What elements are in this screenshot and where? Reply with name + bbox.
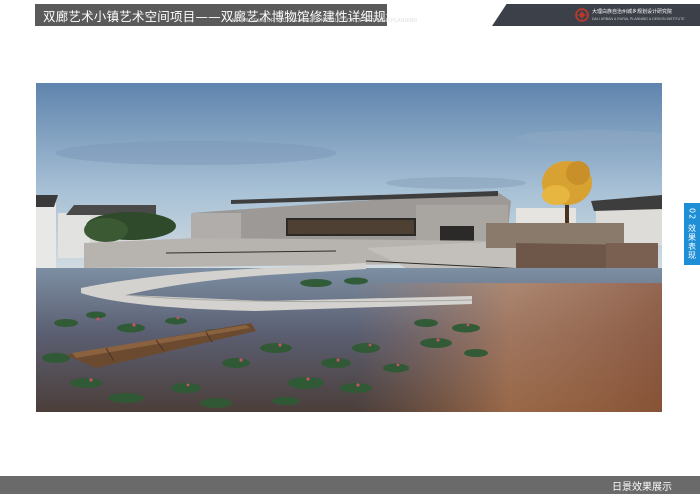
title-box: 双廊艺术小镇艺术空间项目——双廊艺术博物馆修建性详细规划 ART MUSEUM … [35,4,417,26]
section-tab[interactable]: 02 效果表现 [684,203,700,265]
page-subtitle-en: ART MUSEUM OF SHUANGLANG CONSTRUCTION OF… [231,18,418,24]
institute-name-en: DALI URBAN & RURAL PLANNING & DESIGN INS… [592,17,685,21]
header-band: 双廊艺术小镇艺术空间项目——双廊艺术博物馆修建性详细规划 ART MUSEUM … [0,0,700,30]
footer-band: 日景效果展示 [0,476,700,494]
institute-logo-icon [575,8,589,22]
institute-logo-block: 大理白族自治州城乡规划设计研究院 DALI URBAN & RURAL PLAN… [492,4,700,26]
architectural-render-image [36,83,662,412]
section-tab-label: 02 效果表现 [687,208,697,260]
footer-caption: 日景效果展示 [612,482,672,493]
institute-name-cn: 大理白族自治州城乡规划设计研究院 [592,9,673,15]
